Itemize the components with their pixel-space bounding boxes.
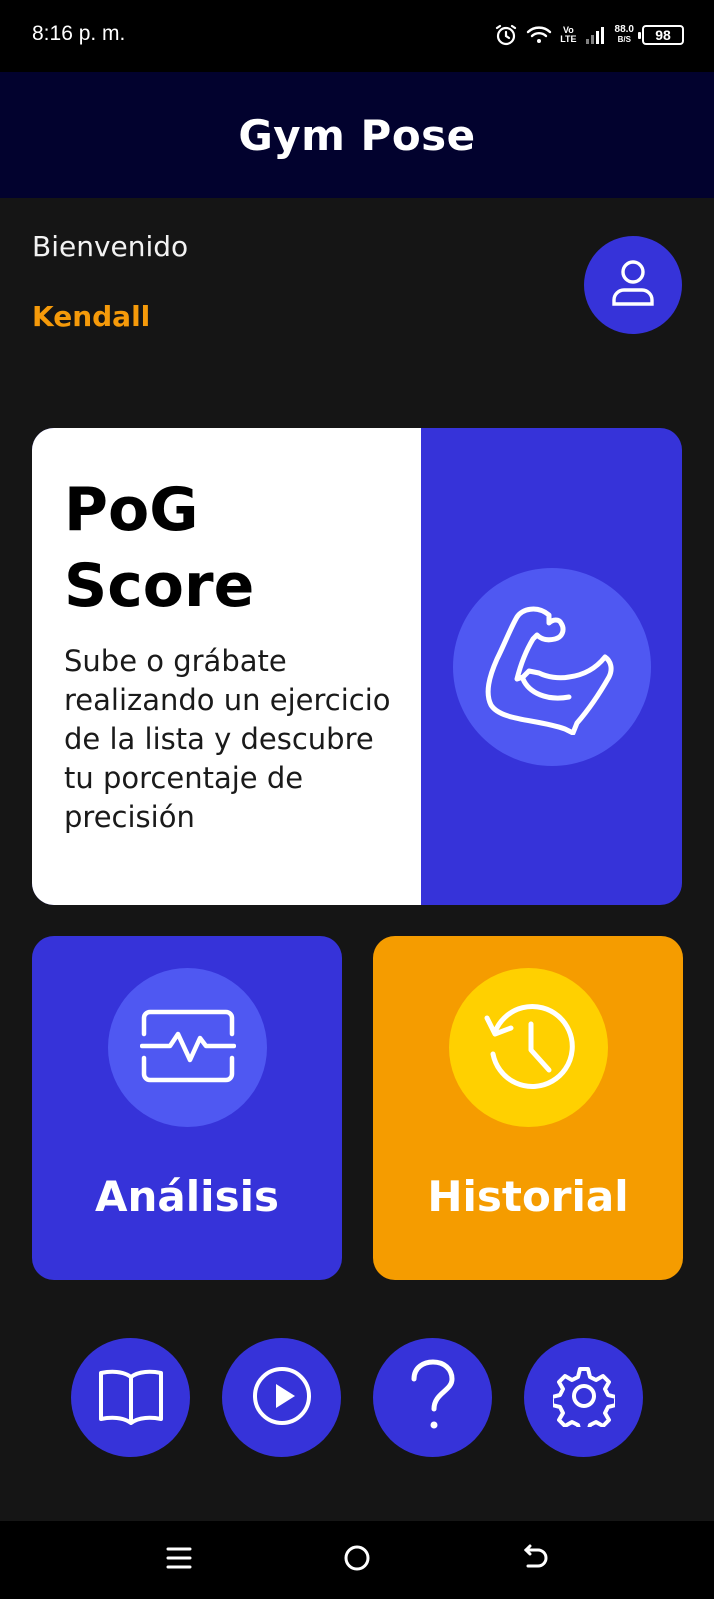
system-nav-bar	[0, 1521, 714, 1599]
pog-score-card[interactable]: PoG Score Sube o grábate realizando un e…	[32, 428, 682, 905]
pog-score-icon-circle	[453, 568, 651, 766]
help-button[interactable]	[373, 1338, 492, 1457]
activity-monitor-icon	[139, 1008, 236, 1088]
data-speed: 88.0 B/S	[615, 25, 634, 45]
username-text: Kendall	[32, 300, 151, 333]
status-bar: 8:16 p. m. Vo LTE 88.0 B/S 98	[0, 0, 714, 72]
menu-nav-button[interactable]	[149, 1535, 209, 1585]
analisis-icon-circle	[108, 968, 267, 1127]
flexed-bicep-icon	[477, 595, 627, 739]
home-icon	[342, 1543, 372, 1577]
app-title: Gym Pose	[238, 110, 476, 160]
welcome-text: Bienvenido	[32, 230, 189, 263]
app-header: Gym Pose	[0, 72, 714, 198]
pog-score-description: Sube o grábate realizando un ejercicio d…	[64, 644, 391, 834]
analisis-tile[interactable]: Análisis	[32, 936, 342, 1280]
help-icon	[408, 1358, 458, 1437]
historial-tile[interactable]: Historial	[373, 936, 683, 1280]
play-icon	[251, 1365, 313, 1431]
video-button[interactable]	[222, 1338, 341, 1457]
back-icon	[522, 1544, 550, 1576]
menu-icon	[165, 1545, 193, 1575]
data-speed-value: 88.0	[614, 24, 634, 35]
network-type: Vo LTE	[560, 26, 576, 44]
signal-icon	[585, 25, 607, 45]
user-icon	[610, 258, 656, 312]
battery-icon: 98	[638, 25, 684, 45]
historial-label: Historial	[427, 1172, 629, 1221]
alarm-icon	[494, 23, 518, 47]
settings-icon	[549, 1365, 618, 1435]
status-icons: Vo LTE 88.0 B/S 98	[494, 20, 684, 50]
pog-score-text-panel: PoG Score Sube o grábate realizando un e…	[32, 428, 421, 905]
status-time: 8:16 p. m.	[32, 22, 126, 45]
data-speed-unit: B/S	[617, 35, 631, 44]
book-icon	[97, 1367, 165, 1429]
settings-button[interactable]	[524, 1338, 643, 1457]
home-nav-button[interactable]	[327, 1535, 387, 1585]
historial-icon-circle	[449, 968, 608, 1127]
wifi-icon	[526, 24, 552, 46]
back-nav-button[interactable]	[506, 1535, 566, 1585]
guide-button[interactable]	[71, 1338, 190, 1457]
network-type-bottom: LTE	[560, 34, 577, 44]
pog-score-title: PoG Score	[64, 475, 255, 621]
history-clock-icon	[479, 996, 579, 1100]
profile-button[interactable]	[584, 236, 682, 334]
analisis-label: Análisis	[95, 1172, 279, 1221]
